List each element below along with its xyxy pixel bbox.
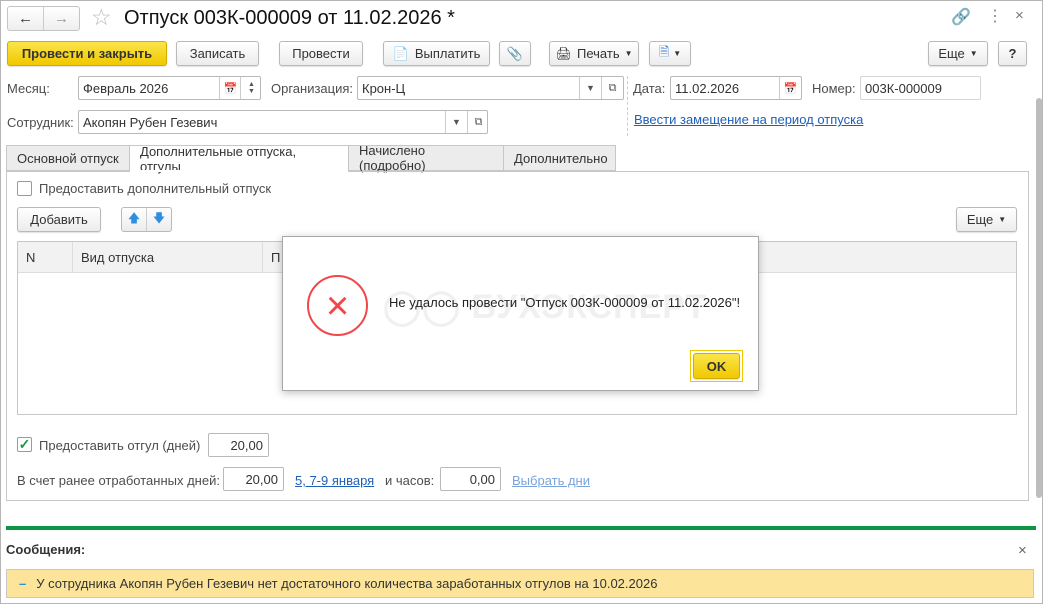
chevron-down-icon[interactable]: ▼	[445, 111, 467, 133]
ok-button[interactable]: OK	[693, 353, 740, 379]
window-title: Отпуск 003К-000009 от 11.02.2026 *	[124, 7, 455, 29]
organization-label: Организация:	[271, 81, 354, 96]
print-label: Печать	[577, 46, 620, 61]
post-button[interactable]: Провести	[279, 41, 363, 66]
attach-button[interactable]: 📎	[499, 41, 531, 66]
extra-leave-label: Предоставить дополнительный отпуск	[39, 181, 272, 196]
dayoff-label: Предоставить отгул (дней)	[39, 438, 201, 453]
worked-days-label: В счет ранее отработанных дней:	[17, 473, 220, 488]
month-label: Месяц:	[7, 81, 50, 96]
chevron-down-icon: ▼	[673, 49, 682, 58]
more-label: Еще	[938, 46, 965, 61]
printer-icon: 🖨	[555, 45, 572, 61]
error-message: Не удалось провести "Отпуск 003К-000009 …	[389, 295, 741, 310]
message-item[interactable]: – У сотрудника Акопян Рубен Гезевич нет …	[6, 569, 1034, 598]
worked-days-value: 20,00	[245, 471, 278, 487]
divider	[627, 76, 628, 136]
pay-icon: 📄	[392, 45, 409, 61]
column-n[interactable]: N	[18, 241, 73, 273]
organization-field[interactable]: Крон-Ц ▼ ⧉	[357, 76, 624, 100]
number-field[interactable]: 003К-000009	[860, 76, 981, 100]
more-label: Еще	[966, 212, 994, 227]
messages-divider	[6, 526, 1036, 530]
document-window: ← → ☆ Отпуск 003К-000009 от 11.02.2026 *…	[0, 0, 1043, 604]
employee-value: Акопян Рубен Гезевич	[83, 114, 218, 130]
move-up-icon[interactable]: 🡅	[122, 208, 147, 231]
messages-close-icon[interactable]: ×	[1018, 542, 1027, 559]
month-stepper[interactable]: ▲ ▼	[240, 77, 262, 99]
open-icon[interactable]: ⧉	[601, 77, 623, 99]
more-button[interactable]: Еще ▼	[928, 41, 988, 66]
document-arrow-icon: 🗎	[658, 43, 670, 59]
scrollbar-thumb[interactable]	[1036, 98, 1042, 498]
tab-additional[interactable]: Дополнительно	[503, 145, 616, 171]
move-buttons: 🡅 🡇	[121, 207, 172, 232]
number-value: 003К-000009	[865, 80, 942, 96]
message-text: У сотрудника Акопян Рубен Гезевич нет до…	[36, 576, 658, 591]
date-label: Дата:	[633, 81, 666, 96]
tab-additional-leave[interactable]: Дополнительные отпуска, отгулы	[129, 144, 349, 174]
post-and-close-button[interactable]: Провести и закрыть	[7, 41, 167, 66]
date-field[interactable]: 11.02.2026 📅	[670, 76, 802, 100]
open-icon[interactable]: ⧉	[467, 111, 489, 133]
error-dialog: ◯◯ БУХЭКСПЕРТ × Не удалось провести "Отп…	[282, 236, 759, 391]
hours-field[interactable]: 0,00	[440, 467, 501, 491]
save-button[interactable]: Записать	[176, 41, 259, 66]
messages-title: Сообщения:	[6, 542, 86, 557]
column-period[interactable]: П	[263, 242, 280, 273]
column-leave-type[interactable]: Вид отпуска	[73, 241, 263, 273]
employee-field[interactable]: Акопян Рубен Гезевич ▼ ⧉	[78, 110, 488, 134]
print-button[interactable]: 🖨 Печать ▼	[549, 41, 639, 66]
error-icon: ×	[307, 275, 368, 336]
link-icon[interactable]: 🔗	[951, 7, 971, 27]
tab-top-cover	[130, 170, 348, 172]
choose-days-link[interactable]: Выбрать дни	[512, 473, 590, 488]
chevron-down-icon[interactable]: ▼	[579, 77, 601, 99]
move-down-icon[interactable]: 🡇	[147, 208, 171, 231]
extra-leave-checkbox[interactable]	[17, 181, 32, 196]
dayoff-days-field[interactable]: 20,00	[208, 433, 269, 457]
number-label: Номер:	[812, 81, 856, 96]
hours-value: 0,00	[469, 471, 495, 487]
organization-value: Крон-Ц	[362, 80, 406, 96]
message-dash-icon: –	[19, 576, 27, 591]
tab-accrued[interactable]: Начислено (подробно)	[348, 143, 504, 173]
worked-days-field[interactable]: 20,00	[223, 467, 284, 491]
hours-label: и часов:	[385, 473, 435, 488]
paperclip-icon: 📎	[506, 45, 524, 61]
dayoff-days-value: 20,00	[230, 437, 263, 453]
tab-main-leave[interactable]: Основной отпуск	[6, 145, 130, 171]
table-more-button[interactable]: Еще ▼	[956, 207, 1017, 232]
forward-button[interactable]: →	[44, 7, 79, 30]
calendar-icon[interactable]: 📅	[779, 77, 801, 99]
month-value: Февраль 2026	[83, 80, 169, 96]
chevron-down-icon: ▼	[969, 49, 978, 58]
create-based-on-button[interactable]: 🗎 ▼	[649, 41, 691, 66]
more-menu-icon[interactable]: ⋮	[987, 6, 1003, 26]
back-button[interactable]: ←	[8, 7, 44, 30]
date-value: 11.02.2026	[675, 80, 740, 96]
help-button[interactable]: ?	[998, 41, 1027, 66]
dayoff-checkbox[interactable]: ✓	[17, 437, 32, 452]
calendar-icon[interactable]: 📅	[219, 77, 241, 99]
favorite-star-icon[interactable]: ☆	[91, 4, 112, 31]
month-field[interactable]: Февраль 2026 📅 ▲ ▼	[78, 76, 261, 100]
nav-buttons: ← →	[7, 6, 80, 31]
employee-label: Сотрудник:	[7, 115, 74, 130]
chevron-down-icon: ▼	[998, 215, 1007, 224]
pay-button[interactable]: 📄 Выплатить	[383, 41, 490, 66]
chevron-down-icon: ▼	[624, 49, 633, 58]
add-button[interactable]: Добавить	[17, 207, 101, 232]
close-icon[interactable]: ×	[1015, 7, 1024, 24]
replacement-link[interactable]: Ввести замещение на период отпуска	[634, 112, 863, 127]
worked-dates-link[interactable]: 5, 7-9 января	[295, 473, 374, 488]
pay-label: Выплатить	[414, 46, 481, 61]
scrollbar[interactable]	[1035, 86, 1043, 506]
